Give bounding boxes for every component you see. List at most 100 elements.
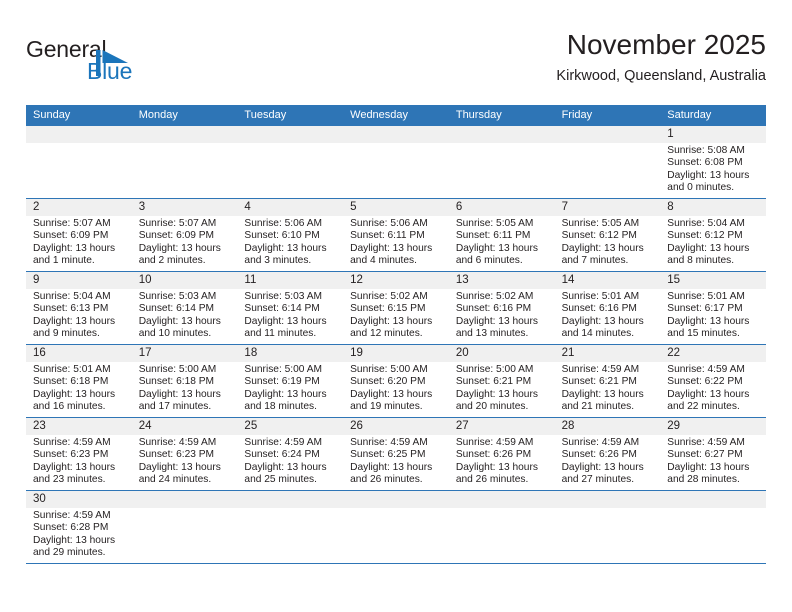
sun-info: Sunrise: 4:59 AM Sunset: 6:24 PM Daylight:…	[237, 435, 343, 487]
day-number: 26	[343, 418, 449, 435]
day-cell[interactable]: 25 Sunrise: 4:59 AM Sunset: 6:24 PM Dayligh…	[237, 418, 344, 490]
sun-info: Sunrise: 4:59 AM Sunset: 6:23 PM Daylight:…	[132, 435, 238, 487]
sun-info-line: Daylight: 13 hours	[455, 315, 538, 327]
sun-info-line: Daylight: 13 hours	[667, 461, 750, 473]
sun-info-line: Daylight: 13 hours	[561, 242, 644, 254]
sun-info-line: Sunrise: 5:03 AM	[244, 291, 323, 302]
sun-info-line: Sunrise: 5:06 AM	[350, 218, 428, 229]
day-number: 30	[26, 491, 132, 508]
sun-info-line: Sunrise: 5:00 AM	[138, 364, 217, 375]
day-number: 21	[554, 345, 661, 362]
sun-info-line: Sunrise: 5:00 AM	[455, 364, 534, 375]
sun-info: Sunrise: 5:08 AM Sunset: 6:08 PM Daylight:…	[660, 143, 766, 195]
sun-info-line: Sunrise: 5:04 AM	[667, 218, 745, 229]
day-cell[interactable]: 5 Sunrise: 5:06 AM Sunset: 6:11 PM Daylight…	[343, 199, 449, 271]
sun-info-line: Sunset: 6:26 PM	[561, 449, 637, 461]
sun-info-line: Sunset: 6:21 PM	[455, 376, 532, 388]
day-number: 19	[343, 345, 449, 362]
sun-info-line: Sunset: 6:27 PM	[667, 449, 743, 461]
sun-info: Sunrise: 5:04 AM Sunset: 6:12 PM Daylight:…	[660, 216, 766, 268]
calendar-bottom-rule	[26, 563, 766, 564]
sun-info-line: Sunrise: 4:59 AM	[244, 437, 323, 448]
day-cell[interactable]: 28 Sunrise: 4:59 AM Sunset: 6:26 PM Dayligh…	[554, 418, 661, 490]
day-cell[interactable]: 1 Sunrise: 5:08 AM Sunset: 6:08 PM Daylight…	[660, 126, 766, 198]
day-cell[interactable]: 8 Sunrise: 5:04 AM Sunset: 6:12 PM Daylight…	[660, 199, 766, 271]
sun-info	[660, 508, 766, 510]
sun-info-line: Sunset: 6:15 PM	[350, 303, 426, 315]
sun-info-line: Sunrise: 4:59 AM	[350, 437, 428, 448]
page-title: November 2025	[566, 29, 766, 60]
day-number: 13	[448, 272, 555, 289]
sun-info-line: Sunrise: 5:01 AM	[667, 291, 745, 302]
sun-info-line: Sunset: 6:26 PM	[455, 449, 532, 461]
weekday-header-wednesday: Wednesday	[350, 109, 409, 121]
sun-info-line: Sunrise: 5:08 AM	[667, 145, 745, 156]
sun-info-line: Sunset: 6:23 PM	[138, 449, 215, 461]
day-cell[interactable]: 14 Sunrise: 5:01 AM Sunset: 6:16 PM Dayligh…	[554, 272, 661, 344]
calendar-page: General Blue November 2025 Kirkwood, Que…	[0, 0, 792, 612]
sun-info	[237, 143, 343, 145]
sun-info-line: Sunrise: 5:03 AM	[138, 291, 217, 302]
day-cell[interactable]: 19 Sunrise: 5:00 AM Sunset: 6:20 PM Dayligh…	[343, 345, 449, 417]
sun-info-line: Sunrise: 4:59 AM	[667, 364, 745, 375]
day-cell[interactable]: 10 Sunrise: 5:03 AM Sunset: 6:14 PM Dayligh…	[131, 272, 238, 344]
sun-info-line: Daylight: 13 hours	[138, 388, 221, 400]
day-cell[interactable]: 12 Sunrise: 5:02 AM Sunset: 6:15 PM Dayligh…	[343, 272, 449, 344]
sun-info-line: and 21 minutes.	[561, 401, 635, 413]
sun-info-line: Sunrise: 4:59 AM	[33, 437, 111, 448]
weekday-header-sunday: Sunday	[33, 109, 71, 121]
sun-info-line: Sunrise: 4:59 AM	[455, 437, 534, 448]
sun-info-line: Daylight: 13 hours	[244, 315, 327, 327]
day-cell[interactable]: 13 Sunrise: 5:02 AM Sunset: 6:16 PM Dayligh…	[448, 272, 555, 344]
day-cell[interactable]: 18 Sunrise: 5:00 AM Sunset: 6:19 PM Dayligh…	[237, 345, 344, 417]
day-cell[interactable]: 27 Sunrise: 4:59 AM Sunset: 6:26 PM Dayligh…	[448, 418, 555, 490]
day-cell[interactable]: 6 Sunrise: 5:05 AM Sunset: 6:11 PM Daylight…	[448, 199, 555, 271]
weekday-header-tuesday: Tuesday	[244, 109, 287, 121]
sun-info-line: Daylight: 13 hours	[667, 242, 750, 254]
sun-info-line: Sunrise: 4:59 AM	[138, 437, 217, 448]
day-cell[interactable]: 2 Sunrise: 5:07 AM Sunset: 6:09 PM Daylight…	[26, 199, 132, 271]
sun-info-line: Sunrise: 4:59 AM	[561, 364, 640, 375]
page-header: General Blue November 2025 Kirkwood, Que…	[26, 28, 766, 100]
day-cell[interactable]: 17 Sunrise: 5:00 AM Sunset: 6:18 PM Dayligh…	[131, 345, 238, 417]
sun-info-line: Sunset: 6:21 PM	[561, 376, 637, 388]
day-cell[interactable]: 3 Sunrise: 5:07 AM Sunset: 6:09 PM Daylight…	[131, 199, 238, 271]
sun-info-line: Sunset: 6:08 PM	[667, 157, 743, 169]
day-cell[interactable]: 7 Sunrise: 5:05 AM Sunset: 6:12 PM Daylight…	[554, 199, 661, 271]
day-cell[interactable]: 30 Sunrise: 4:59 AM Sunset: 6:28 PM Dayligh…	[26, 491, 132, 563]
sun-info-line: Sunrise: 4:59 AM	[561, 437, 640, 448]
day-cell[interactable]: 15 Sunrise: 5:01 AM Sunset: 6:17 PM Dayligh…	[660, 272, 766, 344]
day-cell[interactable]: 24 Sunrise: 4:59 AM Sunset: 6:23 PM Dayligh…	[131, 418, 238, 490]
day-number	[26, 126, 132, 143]
sun-info-line: Sunrise: 5:02 AM	[350, 291, 428, 302]
day-cell[interactable]: 23 Sunrise: 4:59 AM Sunset: 6:23 PM Dayligh…	[26, 418, 132, 490]
sun-info: Sunrise: 5:04 AM Sunset: 6:13 PM Daylight:…	[26, 289, 132, 341]
weekday-header-monday: Monday	[138, 109, 178, 121]
sun-info-line: Sunset: 6:25 PM	[350, 449, 426, 461]
calendar-week-row: 16 Sunrise: 5:01 AM Sunset: 6:18 PM Dayligh…	[26, 344, 766, 417]
sun-info: Sunrise: 5:01 AM Sunset: 6:16 PM Daylight:…	[555, 289, 661, 341]
day-cell-empty	[343, 126, 449, 198]
day-cell[interactable]: 20 Sunrise: 5:00 AM Sunset: 6:21 PM Dayligh…	[448, 345, 555, 417]
day-cell[interactable]: 29 Sunrise: 4:59 AM Sunset: 6:27 PM Dayligh…	[660, 418, 766, 490]
day-cell[interactable]: 22 Sunrise: 4:59 AM Sunset: 6:22 PM Dayligh…	[660, 345, 766, 417]
day-cell[interactable]: 11 Sunrise: 5:03 AM Sunset: 6:14 PM Dayligh…	[237, 272, 344, 344]
day-cell[interactable]: 26 Sunrise: 4:59 AM Sunset: 6:25 PM Dayligh…	[343, 418, 449, 490]
day-cell[interactable]: 4 Sunrise: 5:06 AM Sunset: 6:10 PM Daylight…	[237, 199, 344, 271]
sun-info-line: Daylight: 13 hours	[561, 461, 644, 473]
sun-info-line: Daylight: 13 hours	[244, 461, 327, 473]
sun-info-line: Daylight: 13 hours	[244, 242, 327, 254]
day-number	[237, 126, 344, 143]
weekday-header-row: Sunday Monday Tuesday Wednesday Thursday Frid…	[26, 105, 766, 126]
day-cell[interactable]: 9 Sunrise: 5:04 AM Sunset: 6:13 PM Daylight…	[26, 272, 132, 344]
day-number: 16	[26, 345, 132, 362]
day-number: 4	[237, 199, 344, 216]
day-cell[interactable]: 21 Sunrise: 4:59 AM Sunset: 6:21 PM Dayligh…	[554, 345, 661, 417]
day-cell[interactable]: 16 Sunrise: 5:01 AM Sunset: 6:18 PM Dayligh…	[26, 345, 132, 417]
sun-info: Sunrise: 5:02 AM Sunset: 6:16 PM Daylight:…	[449, 289, 555, 341]
sun-info-line: and 20 minutes.	[455, 401, 529, 413]
day-cell-empty	[448, 491, 555, 563]
day-cell-empty	[131, 126, 238, 198]
sun-info-line: and 14 minutes.	[561, 328, 635, 340]
brand-logo[interactable]: General Blue	[26, 36, 266, 94]
